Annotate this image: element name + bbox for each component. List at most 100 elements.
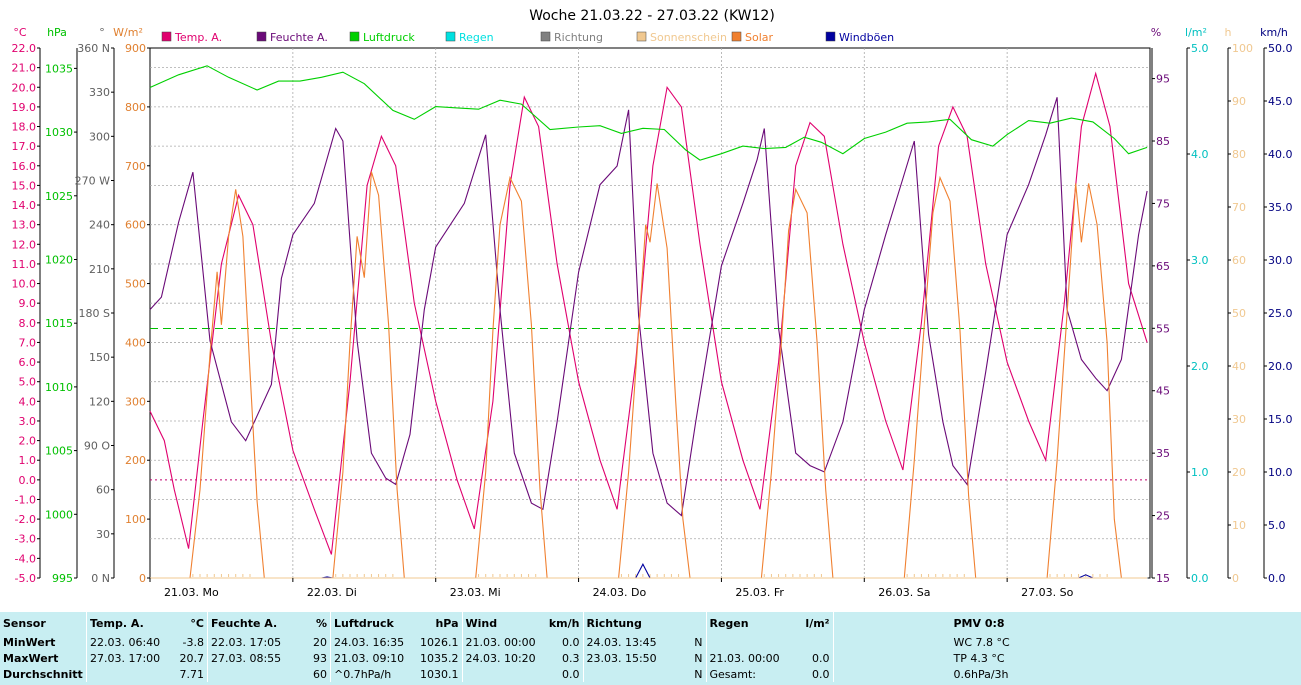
rain-time [705,634,795,650]
solar-tick-label: 200 [125,454,146,467]
temp-tick-label: 0.0 [19,474,37,487]
sunshine-tick-label: 30 [1232,413,1246,426]
solar-tick-label: 400 [125,336,146,349]
rain-tick-label: 3.0 [1191,254,1209,267]
wind-unit: km/h [1260,26,1288,39]
legend-label: Sonnenschein [650,31,727,44]
solar-tick-label: 800 [125,101,146,114]
temp-tick-label: 6.0 [19,356,37,369]
day-label: 21.03. Mo [164,586,219,599]
humidity-tick-label: 85 [1156,135,1170,148]
hum-value: 20 [313,635,327,649]
hdr-hum-unit: % [315,616,327,630]
legend-swatch [161,31,172,42]
day-label: 22.03. Di [307,586,357,599]
direction-tick-label: 270 W [75,175,110,188]
temp-time: 27.03. 17:00 [86,650,173,666]
stats-panel: Sensor Temp. A. °C Feuchte A. % Luftdruc… [0,612,1301,685]
temp-value: 20.7 [179,651,205,665]
stats-row-avg: Durchschnitt 7.71 60 ^0.7hPa/h 1030.1 0.… [0,666,1301,682]
legend-label: Luftdruck [363,31,415,44]
wind-tick-label: 25.0 [1268,307,1293,320]
plot-grid [149,47,1151,579]
day-label: 27.03. So [1021,586,1073,599]
wind-tick-label: 10.0 [1268,466,1293,479]
legend-label: Solar [745,31,774,44]
series-solar [150,171,1148,579]
hdr-hum: Feuchte A. [207,612,304,634]
press-time: 21.03. 09:10 [330,650,417,666]
dir-time: 23.03. 15:50 [582,650,682,666]
direction-tick-label: 360 N [77,42,110,55]
wind-value: 0.0 [562,635,580,649]
temp-tick-label: 8.0 [19,317,37,330]
direction-tick-label: 300 [89,130,110,143]
solar-tick-label: 100 [125,513,146,526]
rain-time: 21.03. 00:00 [705,650,795,666]
series-lines [149,65,1148,579]
temp-tick-label: 18.0 [12,121,37,134]
legend-item: Sonnenschein [636,31,727,44]
humidity-tick-label: 55 [1156,322,1170,335]
direction-unit: ° [99,26,105,39]
temp-tick-label: 14.0 [12,199,37,212]
legend-swatch [731,31,742,42]
temp-tick-label: 16.0 [12,160,37,173]
stats-row-max: MaxWert 27.03. 17:00 20.7 27.03. 08:55 9… [0,650,1301,666]
stats-table: Sensor Temp. A. °C Feuchte A. % Luftdruc… [0,612,1301,682]
legend-label: Feuchte A. [270,31,328,44]
humidity-tick-label: 15 [1156,572,1170,585]
sunshine-tick-label: 10 [1232,519,1246,532]
day-label: 24.03. Do [593,586,647,599]
rain-value [795,634,834,650]
pressure-tick-label: 1030 [45,126,73,139]
legend-item: Richtung [540,31,603,44]
temp-tick-label: 1.0 [19,454,37,467]
pressure-axis: hPa 1035 1030 1025 1020 1015 1010 1005 1000 995 [45,26,78,585]
hdr-press-unit: hPa [435,616,459,630]
press-time: ^0.7hPa/h [330,666,417,682]
temp-tick-label: 10.0 [12,278,37,291]
temp-tick-label: 22.0 [12,42,37,55]
direction-tick-label: 210 [89,263,110,276]
direction-tick-label: 30 [96,528,110,541]
solar-tick-label: 600 [125,219,146,232]
direction-axis: ° 360 N 330 300 270 W 240 210 180 S 150 120 90 O 60… [75,26,115,585]
hdr-wind: Wind [461,612,543,634]
humidity-axis: % 95 85 75 65 55 45 35 25 15 [1151,26,1170,585]
wind-tick-label: 5.0 [1268,519,1286,532]
dir-value: N [694,635,703,649]
pressure-tick-label: 1025 [45,190,73,203]
wind-tick-label: 30.0 [1268,254,1293,267]
hum-value: 93 [313,651,327,665]
wind-tick-label: 35.0 [1268,201,1293,214]
legend-item: Solar [731,31,774,44]
hum-time: 22.03. 17:05 [207,634,304,650]
wind-tick-label: 20.0 [1268,360,1293,373]
wind-value: 0.3 [562,651,580,665]
temp-tick-label: 12.0 [12,238,37,251]
direction-tick-label: 330 [89,86,110,99]
temp-time [86,666,173,682]
temp-value: -3.8 [182,635,204,649]
legend-item: Windböen [825,31,894,44]
hum-value: 60 [313,667,327,681]
right-axes: % 95 85 75 65 55 45 35 25 15 l/m² 5.0 4.0 3.0 2.0 1.0 0.… [1151,26,1293,585]
wind-time [461,666,543,682]
sunshine-tick-label: 60 [1232,254,1246,267]
hdr-pmv: PMV 0:8 [832,612,1301,634]
wind-time: 24.03. 10:20 [461,650,543,666]
direction-tick-label: 60 [96,484,110,497]
sunshine-tick-label: 50 [1232,307,1246,320]
legend-item: Feuchte A. [256,31,328,44]
legend-label: Regen [459,31,494,44]
rain-tick-label: 4.0 [1191,148,1209,161]
stats-row-min: MinWert 22.03. 06:40 -3.8 22.03. 17:05 2… [0,634,1301,650]
dir-value: N [694,667,703,681]
row-label: Durchschnitt [3,667,83,681]
wind-tick-label: 40.0 [1268,148,1293,161]
legend-swatch [349,31,360,42]
solar-tick-label: 500 [125,278,146,291]
temp-tick-label: 13.0 [12,219,37,232]
dir-value: N [694,651,703,665]
